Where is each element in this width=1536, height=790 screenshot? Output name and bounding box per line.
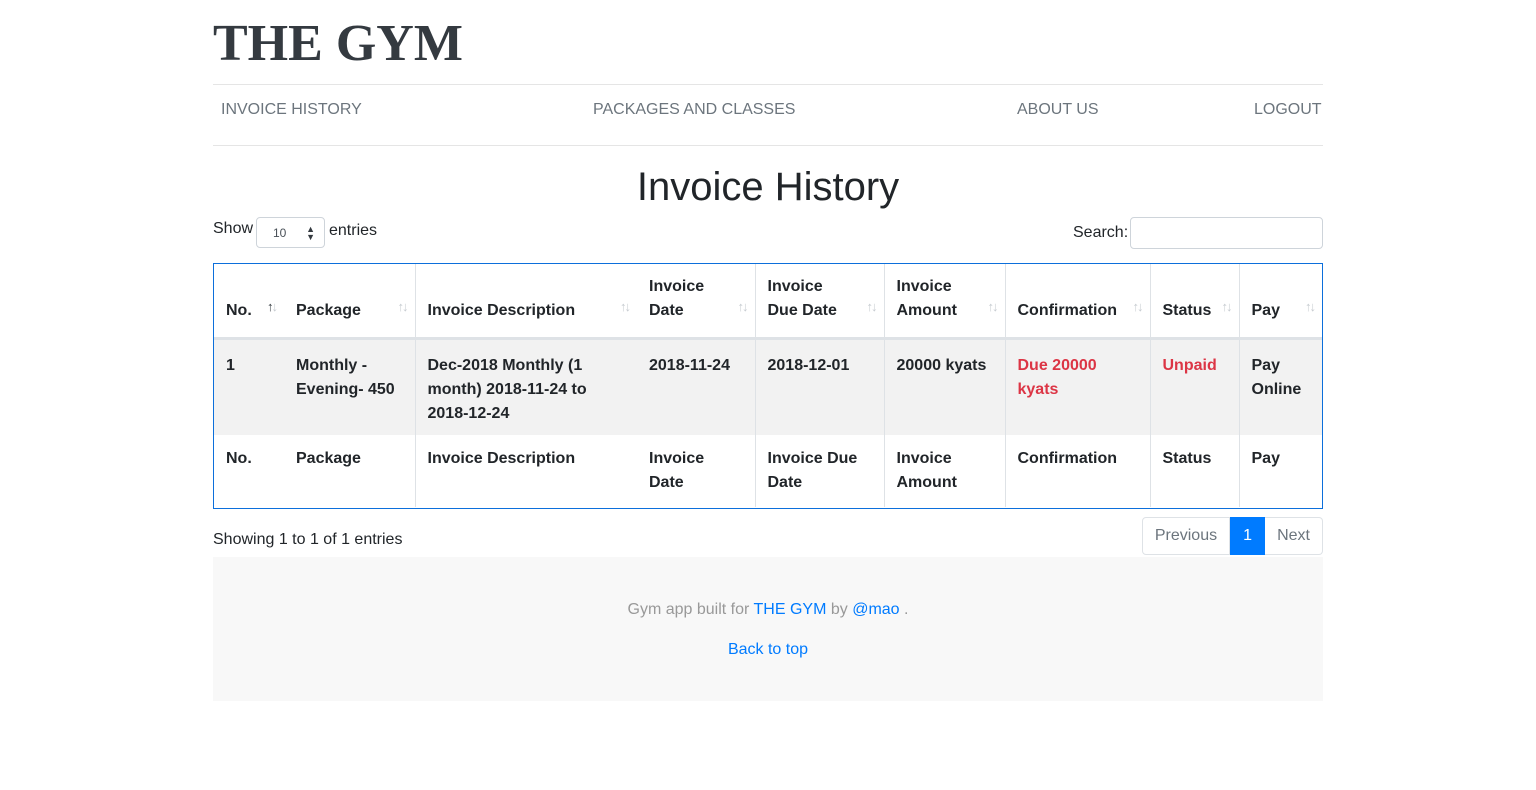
sort-icon: ↑↓ <box>620 298 631 314</box>
col-header-status[interactable]: Status ↑↓ <box>1149 264 1239 340</box>
footer-author-link[interactable]: @mao <box>852 601 899 618</box>
cell-invoice-date: 2018-11-24 <box>637 338 755 435</box>
previous-button[interactable]: Previous <box>1141 517 1231 555</box>
sort-icon: ↑↓ <box>737 298 749 314</box>
next-button[interactable]: Next <box>1265 517 1323 555</box>
brand-title: THE GYM <box>213 15 463 72</box>
main-nav: INVOICE HISTORY PACKAGES AND CLASSES ABO… <box>213 84 1323 146</box>
show-label: Show <box>213 220 254 237</box>
sort-icon: ↑↓ <box>397 298 409 314</box>
foot-package: Package <box>296 450 361 467</box>
cell-no: 1 <box>214 338 284 435</box>
col-header-amount[interactable]: Invoice Amount ↑↓ <box>883 264 1005 340</box>
page-length-select[interactable]: 10 ▲ ▼ <box>256 217 325 248</box>
back-to-top-link[interactable]: Back to top <box>728 641 808 658</box>
col-header-package[interactable]: Package ↑↓ <box>284 264 415 340</box>
col-header-due-date[interactable]: Invoice Due Date ↑↓ <box>754 264 884 340</box>
foot-pay: Pay <box>1238 435 1322 507</box>
sort-icon: ↑↓ <box>1221 298 1233 314</box>
search-label: Search: <box>1073 224 1129 241</box>
nav-logout[interactable]: LOGOUT <box>1254 101 1322 119</box>
cell-due-date: 2018-12-01 <box>754 338 884 435</box>
search-input[interactable] <box>1130 217 1323 249</box>
entries-label: entries <box>329 222 378 239</box>
nav-invoice-history[interactable]: INVOICE HISTORY <box>221 101 362 119</box>
pagination: Previous 1 Next <box>1141 517 1323 555</box>
foot-due-date: Invoice Due Date <box>754 435 884 507</box>
col-header-no[interactable]: No. ↑↓ <box>214 264 284 340</box>
footer-gym-link[interactable]: THE GYM <box>754 601 827 618</box>
cell-amount: 20000 kyats <box>883 338 1005 435</box>
footer: Gym app built for THE GYM by @mao . Back… <box>213 557 1323 701</box>
sort-icon: ↑↓ <box>1305 298 1316 314</box>
foot-status: Status <box>1149 435 1239 507</box>
col-header-pay[interactable]: Pay ↑↓ <box>1238 264 1322 340</box>
page-title: Invoice History <box>636 165 900 209</box>
foot-invoice-date: Invoice Date <box>649 450 705 491</box>
select-arrows-icon: ▲ ▼ <box>306 224 315 242</box>
table-info: Showing 1 to 1 of 1 entries <box>213 531 403 548</box>
cell-description: Dec-2018 Monthly (1 month) 2018-11-24 to… <box>414 338 637 435</box>
invoice-table-wrapper: No. ↑↓ Package ↑↓ Invoice Description ↑↓ In… <box>213 263 1323 509</box>
foot-confirmation: Confirmation <box>1004 435 1150 507</box>
table-row: 1 Monthly -Evening- 450 Dec-2018 Monthly… <box>214 338 1322 435</box>
cell-confirmation: Due 20000 kyats <box>1004 338 1150 435</box>
sort-icon: ↑↓ <box>987 298 999 314</box>
foot-no: No. <box>226 450 252 467</box>
table-header-row: No. ↑↓ Package ↑↓ Invoice Description ↑↓ In… <box>214 264 1322 340</box>
cell-package: Monthly -Evening- 450 <box>284 338 415 435</box>
foot-amount: Invoice Amount <box>883 435 1005 507</box>
col-header-confirmation[interactable]: Confirmation ↑↓ <box>1004 264 1150 340</box>
sort-asc-icon: ↑↓ <box>267 298 278 314</box>
footer-credit: Gym app built for THE GYM by @mao . <box>627 601 909 618</box>
sort-icon: ↑↓ <box>866 298 878 314</box>
page-length-value: 10 <box>273 226 287 240</box>
nav-about-us[interactable]: ABOUT US <box>1017 101 1099 119</box>
page-1-button[interactable]: 1 <box>1230 517 1266 555</box>
nav-packages-and-classes[interactable]: PACKAGES AND CLASSES <box>593 101 795 119</box>
col-header-invoice-date[interactable]: Invoice Date ↑↓ <box>637 264 755 340</box>
col-header-description[interactable]: Invoice Description ↑↓ <box>414 264 637 340</box>
pay-online-link[interactable]: Pay Online <box>1238 338 1322 435</box>
status-badge: Unpaid <box>1149 338 1239 435</box>
invoice-table: No. ↑↓ Package ↑↓ Invoice Description ↑↓ In… <box>214 264 1322 507</box>
sort-icon: ↑↓ <box>1132 298 1144 314</box>
table-footer-row: No. Package Invoice Description Invoice … <box>214 435 1322 507</box>
foot-description: Invoice Description <box>414 435 637 507</box>
